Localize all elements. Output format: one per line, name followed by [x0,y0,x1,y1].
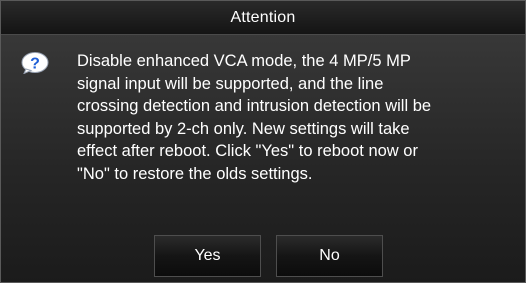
yes-button[interactable]: Yes [154,235,261,277]
dialog-title: Attention [230,8,296,26]
question-icon: ? [21,52,49,74]
svg-text:?: ? [30,56,40,73]
dialog-title-bar: Attention [1,1,525,35]
attention-dialog: Attention ? Disable enhanced VCA mode, t… [0,0,526,283]
dialog-message: Disable enhanced VCA mode, the 4 MP/5 MP… [77,52,432,183]
no-button[interactable]: No [276,235,383,277]
